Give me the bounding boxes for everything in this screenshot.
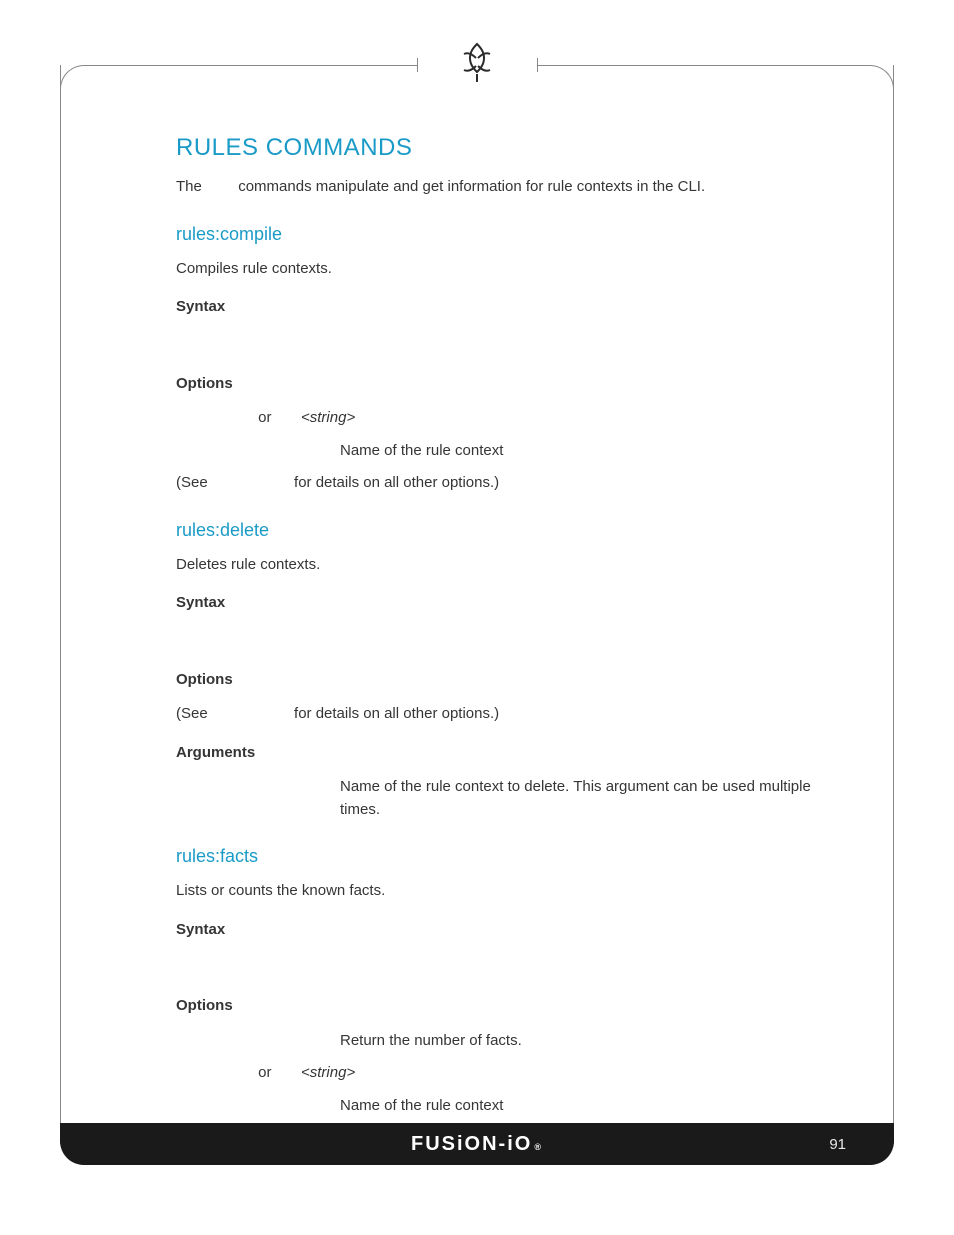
facts-option1-flag <box>176 1030 340 1053</box>
delete-argument-row: Name of the rule context to delete. This… <box>176 776 839 821</box>
intro-rest: commands manipulate and get information … <box>238 178 705 195</box>
heading-rules-delete: rules:delete <box>176 517 839 544</box>
footer-logo: FUSiON-iO ® <box>411 1133 543 1156</box>
delete-see-post: for details on all other options.) <box>294 705 499 722</box>
compile-option-arg: <string> <box>301 407 839 430</box>
compile-description: Compiles rule contexts. <box>176 258 839 281</box>
facts-syntax-label: Syntax <box>176 919 839 942</box>
facts-option2-flag: or <box>176 1062 301 1085</box>
footer-logo-reg: ® <box>534 1142 543 1152</box>
delete-argument-desc: Name of the rule context to delete. This… <box>340 776 839 821</box>
heading-rules-facts: rules:facts <box>176 843 839 870</box>
delete-options-label: Options <box>176 669 839 692</box>
compile-option-flag: or <box>176 407 301 430</box>
compile-see-post: for details on all other options.) <box>294 474 499 491</box>
footer-logo-text: FUSiON-iO <box>411 1133 532 1156</box>
delete-see-pre: (See <box>176 705 208 722</box>
facts-option2-desc: Name of the rule context <box>340 1095 839 1118</box>
facts-option1-desc: Return the number of facts. <box>340 1030 839 1053</box>
facts-option2-or: or <box>258 1064 271 1081</box>
intro-the: The <box>176 178 202 195</box>
facts-option1-row: Return the number of facts. <box>176 1030 839 1053</box>
delete-argument-name <box>176 776 340 821</box>
heading-rules-commands: RULES COMMANDS <box>176 130 839 166</box>
delete-see-line: (See for details on all other options.) <box>176 703 839 726</box>
delete-arguments-label: Arguments <box>176 742 839 765</box>
heading-rules-compile: rules:compile <box>176 221 839 248</box>
compile-options-label: Options <box>176 373 839 396</box>
page-number: 91 <box>829 1136 846 1153</box>
delete-syntax-label: Syntax <box>176 592 839 615</box>
intro-paragraph: The commands manipulate and get informat… <box>176 176 839 199</box>
delete-description: Deletes rule contexts. <box>176 554 839 577</box>
compile-syntax-label: Syntax <box>176 296 839 319</box>
facts-option2-arg: <string> <box>301 1062 839 1085</box>
page-content: RULES COMMANDS The commands manipulate a… <box>176 130 839 1127</box>
compile-see-pre: (See <box>176 474 208 491</box>
facts-description: Lists or counts the known facts. <box>176 880 839 903</box>
facts-options-label: Options <box>176 995 839 1018</box>
compile-option-or: or <box>258 409 271 426</box>
compile-option-desc: Name of the rule context <box>340 440 839 463</box>
compile-see-line: (See for details on all other options.) <box>176 472 839 495</box>
compile-option-row: or <string> <box>176 407 839 430</box>
facts-option2-row: or <string> <box>176 1062 839 1085</box>
page-footer: FUSiON-iO ® 91 <box>60 1123 894 1165</box>
